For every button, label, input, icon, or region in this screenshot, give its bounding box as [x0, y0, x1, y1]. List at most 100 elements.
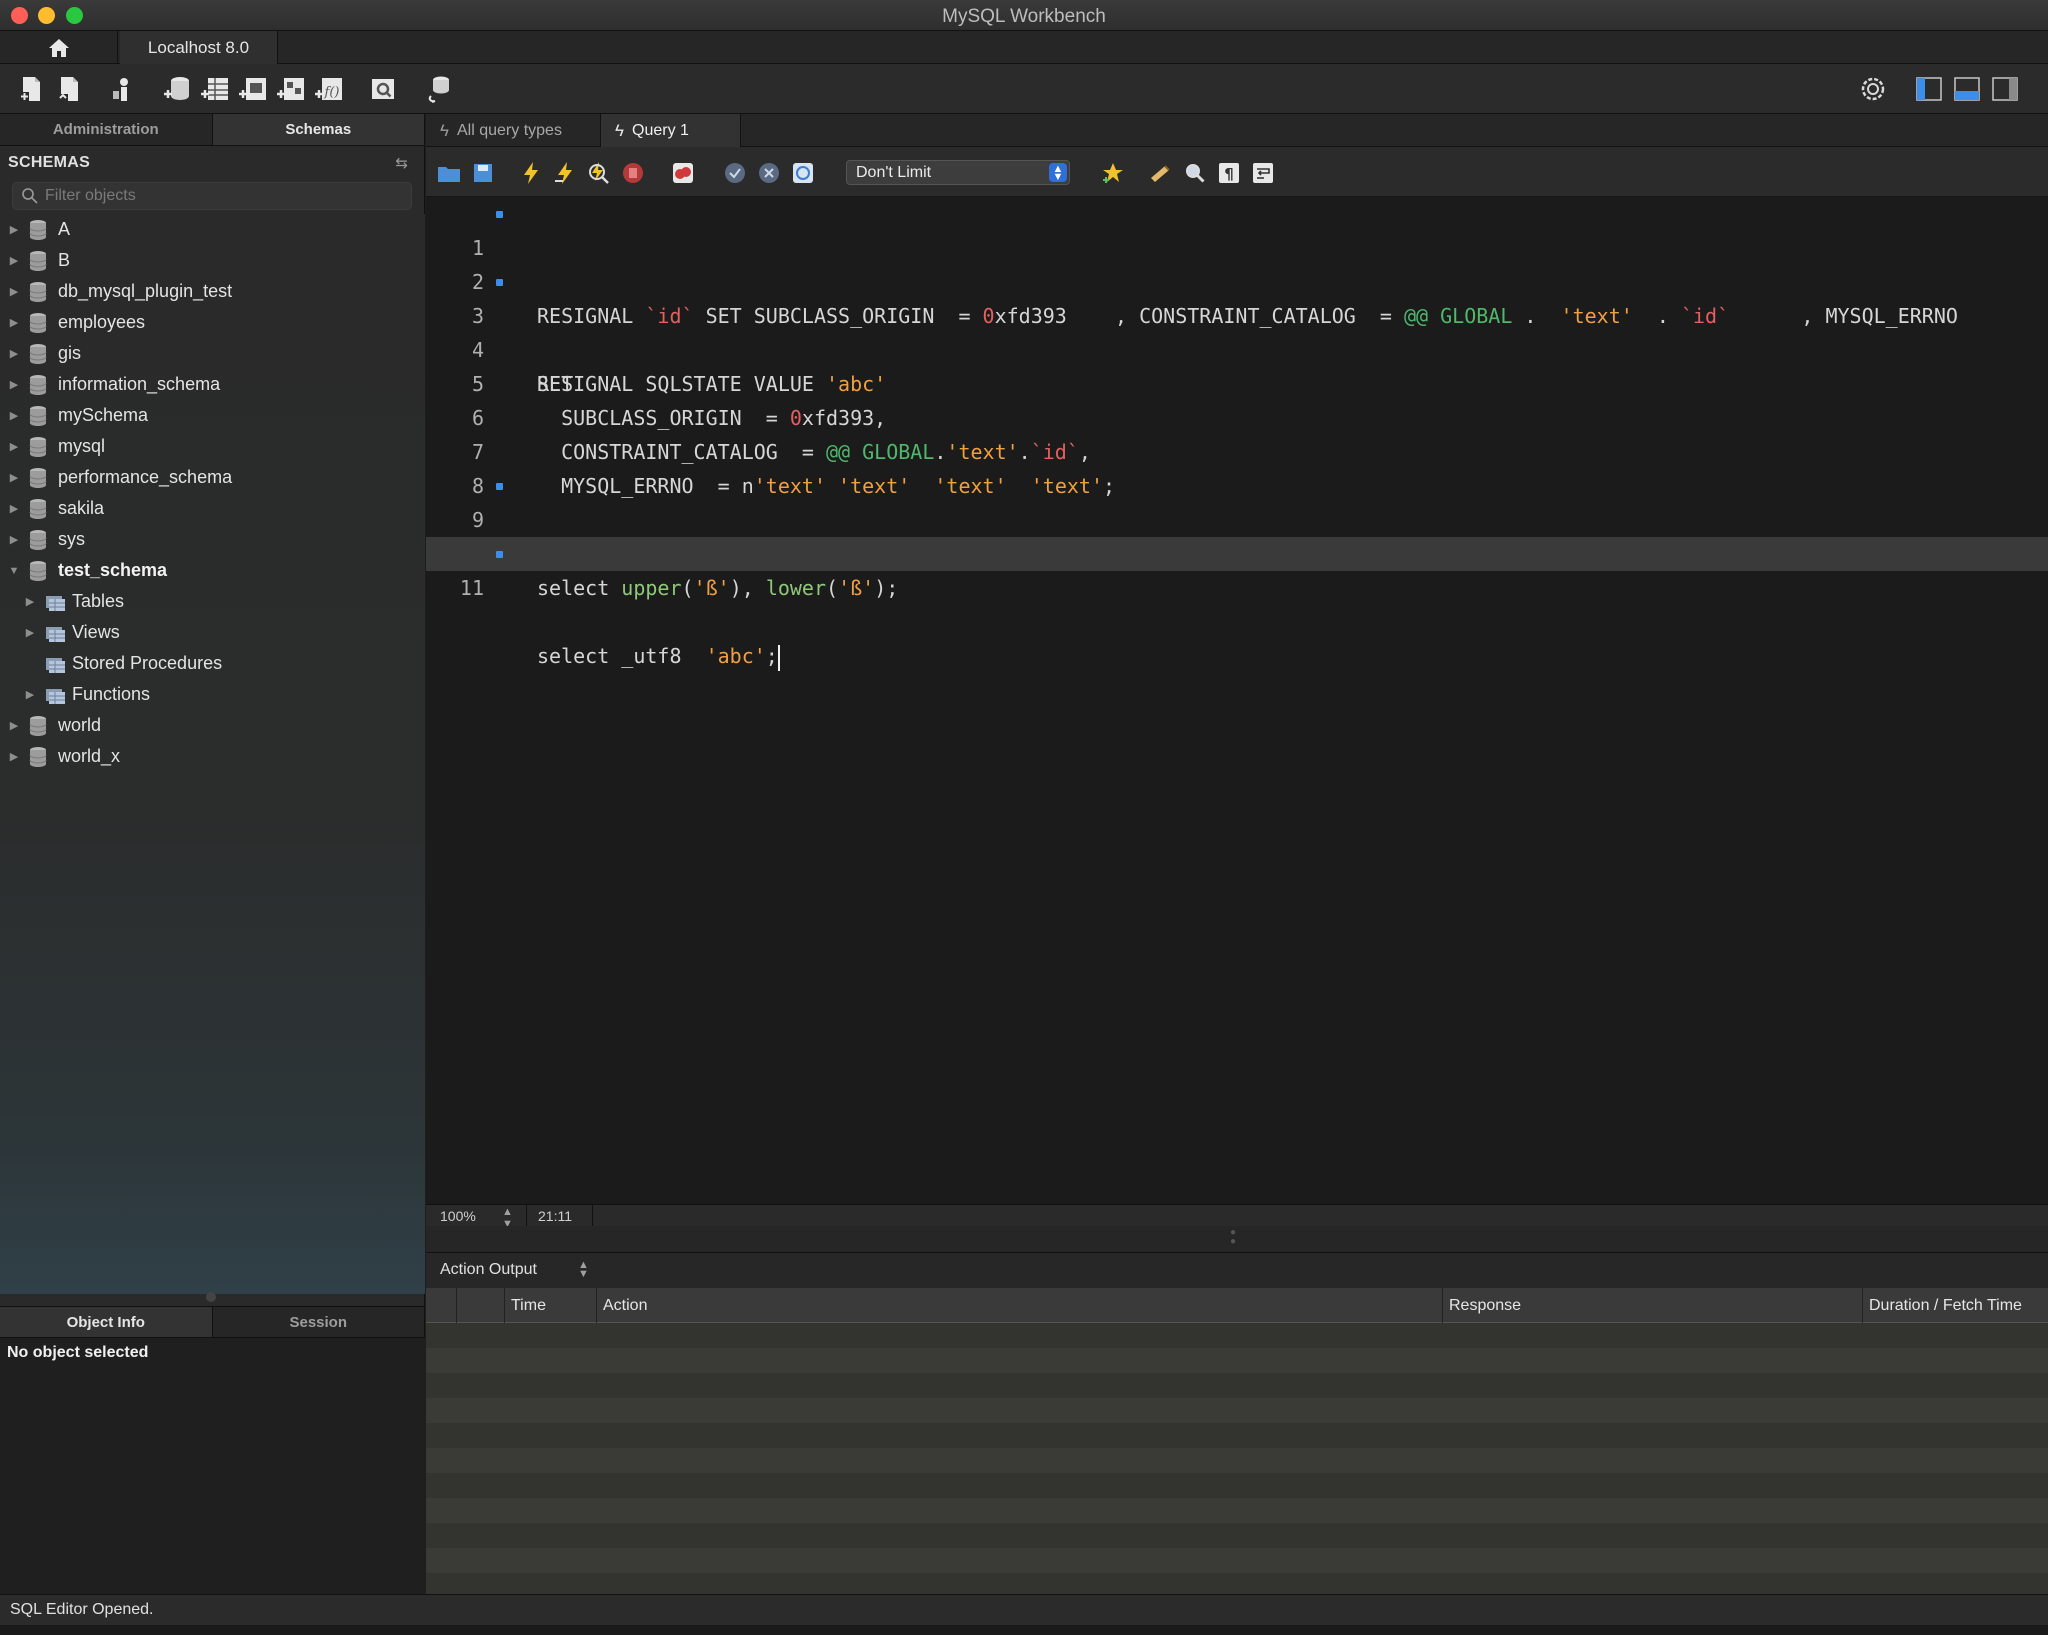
- create-view-icon[interactable]: [238, 74, 268, 104]
- tab-session[interactable]: Session: [212, 1307, 425, 1337]
- commit-icon[interactable]: [722, 160, 748, 186]
- caret-right-icon[interactable]: ▶: [6, 378, 22, 391]
- reconnect-icon[interactable]: [424, 74, 454, 104]
- folder-icon: [46, 626, 65, 642]
- explain-icon[interactable]: [586, 160, 612, 186]
- save-file-icon[interactable]: [470, 160, 496, 186]
- create-procedure-icon[interactable]: [276, 74, 306, 104]
- schema-item[interactable]: ▶ mySchema: [0, 400, 425, 431]
- schema-item[interactable]: ▶ sakila: [0, 493, 425, 524]
- code-line[interactable]: 1 RESIGNAL `id` SET SUBCLASS_ORIGIN = 0x…: [426, 197, 2048, 328]
- rollback-icon[interactable]: [756, 160, 782, 186]
- caret-right-icon[interactable]: ▶: [6, 254, 22, 267]
- preferences-gear-icon[interactable]: [1858, 74, 1888, 104]
- tree-child-item[interactable]: ▶ Views: [0, 617, 425, 648]
- sidebar-splitter-handle[interactable]: [206, 1292, 216, 1302]
- create-table-icon[interactable]: [200, 74, 230, 104]
- tree-child-item[interactable]: Stored Procedures: [0, 648, 425, 679]
- schema-item[interactable]: ▶ world: [0, 710, 425, 741]
- toggle-continue-on-error-icon[interactable]: [670, 160, 696, 186]
- schema-item[interactable]: ▶ A: [0, 214, 425, 245]
- code-line[interactable]: 7 MYSQL_ERRNO = n'text' 'text' 'text' 't…: [426, 401, 2048, 498]
- caret-right-icon[interactable]: ▶: [6, 440, 22, 453]
- chevron-updown-icon[interactable]: ▲ ▼: [578, 1260, 589, 1280]
- caret-right-icon[interactable]: ▶: [22, 595, 38, 608]
- caret-right-icon[interactable]: ▶: [6, 223, 22, 236]
- tab-administration[interactable]: Administration: [0, 114, 213, 145]
- execute-current-statement-icon[interactable]: [552, 160, 578, 186]
- caret-down-icon[interactable]: ▼: [6, 565, 22, 577]
- code-line-current[interactable]: 11 select _utf8 'abc';: [426, 537, 2048, 671]
- caret-right-icon[interactable]: ▶: [6, 409, 22, 422]
- code-line[interactable]: 9 select upper('ß'), lower('ß');: [426, 469, 2048, 600]
- schema-item[interactable]: ▶ gis: [0, 338, 425, 369]
- schema-item[interactable]: ▶ employees: [0, 307, 425, 338]
- schema-item[interactable]: ▶ world_x: [0, 741, 425, 772]
- toggle-secondary-sidebar-icon[interactable]: [1990, 74, 2020, 104]
- inspector-icon[interactable]: [108, 74, 138, 104]
- schema-item[interactable]: ▶ mysql: [0, 431, 425, 462]
- code-line[interactable]: 3 RESIGNAL SQLSTATE VALUE 'abc': [426, 265, 2048, 396]
- add-snippet-star-icon[interactable]: [1100, 160, 1126, 186]
- code-line[interactable]: 10: [426, 503, 2048, 566]
- caret-right-icon[interactable]: ▶: [22, 688, 38, 701]
- caret-right-icon[interactable]: ▶: [22, 626, 38, 639]
- tree-child-item[interactable]: ▶ Tables: [0, 586, 425, 617]
- beautify-icon[interactable]: [1148, 160, 1174, 186]
- execute-icon[interactable]: [518, 160, 544, 186]
- caret-right-icon[interactable]: ▶: [6, 285, 22, 298]
- schema-item[interactable]: ▶ db_mysql_plugin_test: [0, 276, 425, 307]
- status-bar: SQL Editor Opened.: [0, 1594, 2048, 1625]
- new-sql-tab-icon[interactable]: [16, 74, 46, 104]
- column-duration[interactable]: Duration / Fetch Time: [1862, 1288, 2048, 1323]
- caret-right-icon[interactable]: ▶: [6, 719, 22, 732]
- caret-right-icon[interactable]: ▶: [6, 316, 22, 329]
- open-sql-script-icon[interactable]: [54, 74, 84, 104]
- schema-item[interactable]: ▶ sys: [0, 524, 425, 555]
- autocommit-icon[interactable]: [790, 160, 816, 186]
- schema-item[interactable]: ▼ test_schema: [0, 555, 425, 586]
- code-line[interactable]: 6 CONSTRAINT_CATALOG = @@ GLOBAL.'text'.…: [426, 367, 2048, 464]
- row-limit-select[interactable]: Don't Limit ▲ ▼: [846, 160, 1070, 185]
- schema-item[interactable]: ▶ B: [0, 245, 425, 276]
- word-wrap-icon[interactable]: [1250, 160, 1276, 186]
- filter-objects-input[interactable]: [45, 187, 411, 205]
- output-splitter[interactable]: ● ●: [426, 1226, 2048, 1252]
- stop-execution-icon[interactable]: [620, 160, 646, 186]
- search-table-data-icon[interactable]: [368, 74, 398, 104]
- schema-item[interactable]: ▶ information_schema: [0, 369, 425, 400]
- column-index[interactable]: [456, 1288, 486, 1323]
- caret-right-icon[interactable]: ▶: [6, 347, 22, 360]
- tab-query-1[interactable]: ϟ Query 1: [601, 114, 741, 147]
- tree-child-item[interactable]: ▶ Functions: [0, 679, 425, 710]
- toggle-output-area-icon[interactable]: [1952, 74, 1982, 104]
- create-function-icon[interactable]: f(): [314, 74, 344, 104]
- refresh-schemas-icon[interactable]: ⇆: [395, 154, 408, 172]
- caret-right-icon[interactable]: ▶: [6, 471, 22, 484]
- column-status[interactable]: [426, 1288, 456, 1323]
- home-tab[interactable]: [0, 31, 118, 64]
- zoom-level[interactable]: 100%: [440, 1208, 476, 1224]
- code-line[interactable]: 4 SET: [426, 299, 2048, 396]
- tab-all-query-types[interactable]: ϟ All query types: [426, 114, 601, 147]
- sql-editor[interactable]: 1 RESIGNAL `id` SET SUBCLASS_ORIGIN = 0x…: [426, 197, 2048, 1204]
- caret-right-icon[interactable]: ▶: [6, 533, 22, 546]
- caret-right-icon[interactable]: ▶: [6, 750, 22, 763]
- column-response[interactable]: Response: [1442, 1288, 1862, 1323]
- create-schema-icon[interactable]: [162, 74, 192, 104]
- column-action[interactable]: Action: [596, 1288, 1442, 1323]
- code-line[interactable]: 5 SUBCLASS_ORIGIN = 0xfd393,: [426, 333, 2048, 430]
- tab-schemas[interactable]: Schemas: [212, 114, 425, 145]
- column-time[interactable]: Time: [504, 1288, 596, 1323]
- caret-right-icon[interactable]: ▶: [6, 502, 22, 515]
- schema-item[interactable]: ▶ performance_schema: [0, 462, 425, 493]
- open-file-icon[interactable]: [436, 160, 462, 186]
- connection-tab[interactable]: Localhost 8.0: [120, 31, 278, 64]
- invisible-characters-icon[interactable]: ¶: [1216, 160, 1242, 186]
- find-icon[interactable]: [1182, 160, 1208, 186]
- tab-object-info[interactable]: Object Info: [0, 1307, 213, 1337]
- output-type-select[interactable]: Action Output: [440, 1261, 537, 1279]
- code-line[interactable]: 2: [426, 231, 2048, 294]
- code-line[interactable]: 8: [426, 435, 2048, 498]
- toggle-sidebar-icon[interactable]: [1914, 74, 1944, 104]
